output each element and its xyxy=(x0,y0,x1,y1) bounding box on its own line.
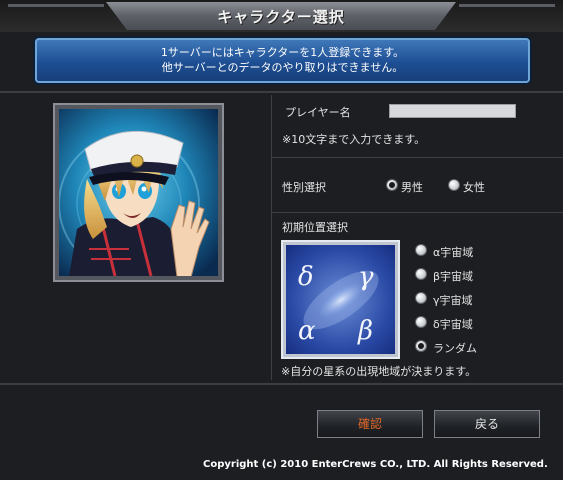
region-option-beta-label: β宇宙域 xyxy=(433,270,474,283)
region-option-delta-label: δ宇宙域 xyxy=(433,318,473,331)
galaxy-letter-gamma: γ xyxy=(358,262,374,292)
notice-line-2: 他サーバーとのデータのやり取りはできません。 xyxy=(161,61,404,74)
title-bar-ornament-right xyxy=(459,4,555,7)
info-notice-banner: 1サーバーにはキャラクターを1人登録できます。 他サーバーとのデータのやり取りは… xyxy=(35,38,530,83)
region-radio-delta[interactable] xyxy=(415,316,427,328)
start-position-label: 初期位置選択 xyxy=(282,221,348,234)
confirm-button[interactable]: 確認 xyxy=(317,410,423,438)
character-portrait xyxy=(59,109,218,276)
gender-option-male-label: 男性 xyxy=(401,181,423,194)
region-radio-gamma[interactable] xyxy=(415,292,427,304)
notice-line-1: 1サーバーにはキャラクターを1人登録できます。 xyxy=(160,46,405,59)
vertical-separator xyxy=(271,95,272,380)
galaxy-map: δ γ α β xyxy=(281,240,400,359)
player-name-hint: ※10文字まで入力できます。 xyxy=(282,133,426,146)
gender-radio-female[interactable] xyxy=(448,179,460,191)
region-option-alpha-label: α宇宙域 xyxy=(433,246,474,259)
galaxy-letter-delta: δ xyxy=(298,262,314,292)
character-select-window: キャラクター選択 1サーバーにはキャラクターを1人登録できます。 他サーバーとの… xyxy=(0,0,563,480)
gender-radio-male[interactable] xyxy=(386,179,398,191)
galaxy-letter-alpha: α xyxy=(298,316,316,346)
section-separator-1 xyxy=(271,157,563,158)
window-title: キャラクター選択 xyxy=(217,8,345,26)
galaxy-image: δ γ α β xyxy=(286,245,395,354)
gender-label: 性別選択 xyxy=(282,181,326,194)
character-portrait-frame xyxy=(53,103,224,282)
title-bar: キャラクター選択 xyxy=(0,0,563,32)
region-option-gamma-label: γ宇宙域 xyxy=(433,294,473,307)
start-position-note: ※自分の星系の出現地域が決まります。 xyxy=(281,365,477,378)
footer-divider xyxy=(0,383,563,385)
player-name-input[interactable] xyxy=(389,104,516,118)
copyright-text: Copyright (c) 2010 EnterCrews CO., LTD. … xyxy=(203,459,548,470)
region-radio-alpha[interactable] xyxy=(415,244,427,256)
gender-option-female-label: 女性 xyxy=(463,181,485,194)
galaxy-letter-beta: β xyxy=(357,316,373,346)
back-button[interactable]: 戻る xyxy=(434,410,540,438)
region-option-random-label: ランダム xyxy=(433,342,477,355)
player-name-label: プレイヤー名 xyxy=(285,106,351,119)
region-radio-beta[interactable] xyxy=(415,268,427,280)
header-divider xyxy=(0,91,563,93)
title-bar-ornament-left xyxy=(8,4,104,7)
section-separator-2 xyxy=(271,212,563,213)
region-radio-random[interactable] xyxy=(415,340,427,352)
